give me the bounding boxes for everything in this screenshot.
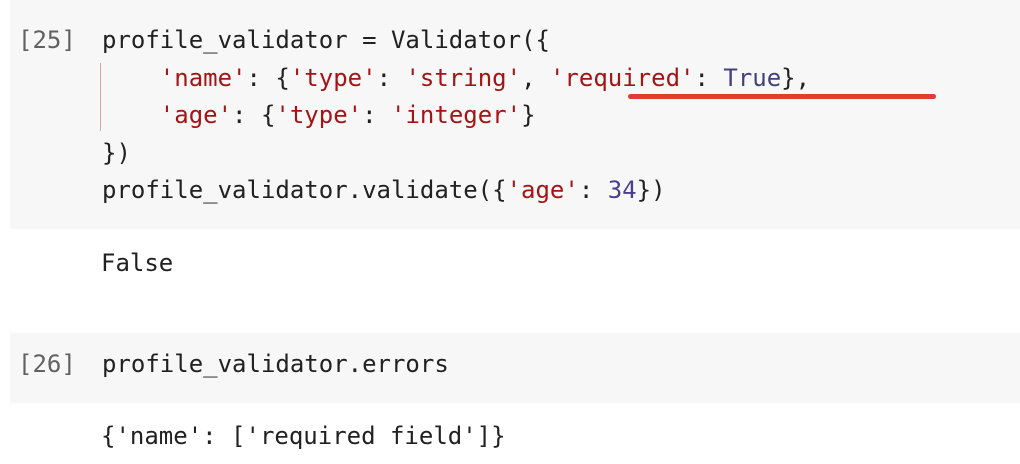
- code-line: profile_validator.validate({'age': 34}): [102, 175, 666, 205]
- code-token: profile_validator.errors: [102, 350, 449, 378]
- code-token: }: [521, 101, 536, 129]
- code-line: 'name': {'type': 'string', 'required': T…: [102, 63, 810, 93]
- highlight-underline: [628, 94, 936, 99]
- cell-prompt: [25]: [18, 26, 76, 54]
- code-token: 34: [607, 176, 637, 204]
- code-line: profile_validator = Validator({: [102, 25, 550, 55]
- code-line: 'age': {'type': 'integer'}: [102, 100, 536, 130]
- code-token: }): [102, 139, 131, 167]
- code-token: 'age': [159, 101, 233, 129]
- code-token: 'type': [289, 64, 377, 92]
- code-token: },: [781, 64, 811, 92]
- code-token: : {: [232, 101, 276, 129]
- cell-prompt: [26]: [18, 350, 76, 378]
- code-token: :: [578, 176, 608, 204]
- code-token: True: [723, 64, 782, 92]
- code-token: 'required': [549, 64, 695, 92]
- code-cell-25[interactable]: [25] profile_validator = Validator({ 'na…: [10, 0, 1020, 229]
- cell-output: {'name': ['required field']}: [101, 422, 506, 450]
- code-token: }): [636, 176, 666, 204]
- code-token: 'string': [405, 64, 522, 92]
- code-token: : {: [246, 64, 290, 92]
- code-line: profile_validator.errors: [102, 349, 449, 379]
- code-token: :: [694, 64, 724, 92]
- code-token: profile_validator.validate({: [102, 176, 507, 204]
- code-token: profile_validator = Validator({: [102, 26, 550, 54]
- code-token: 'type': [275, 101, 363, 129]
- code-line: }): [102, 138, 131, 168]
- code-cell-26[interactable]: [26] profile_validator.errors: [10, 333, 1020, 403]
- code-token: ,: [521, 64, 550, 92]
- code-token: 'name': [159, 64, 247, 92]
- code-token: 'integer': [391, 101, 522, 129]
- cell-output: False: [101, 249, 174, 277]
- code-token: 'age': [506, 176, 579, 204]
- code-token: :: [376, 64, 406, 92]
- code-token: :: [362, 101, 392, 129]
- indent-guide: [100, 63, 101, 131]
